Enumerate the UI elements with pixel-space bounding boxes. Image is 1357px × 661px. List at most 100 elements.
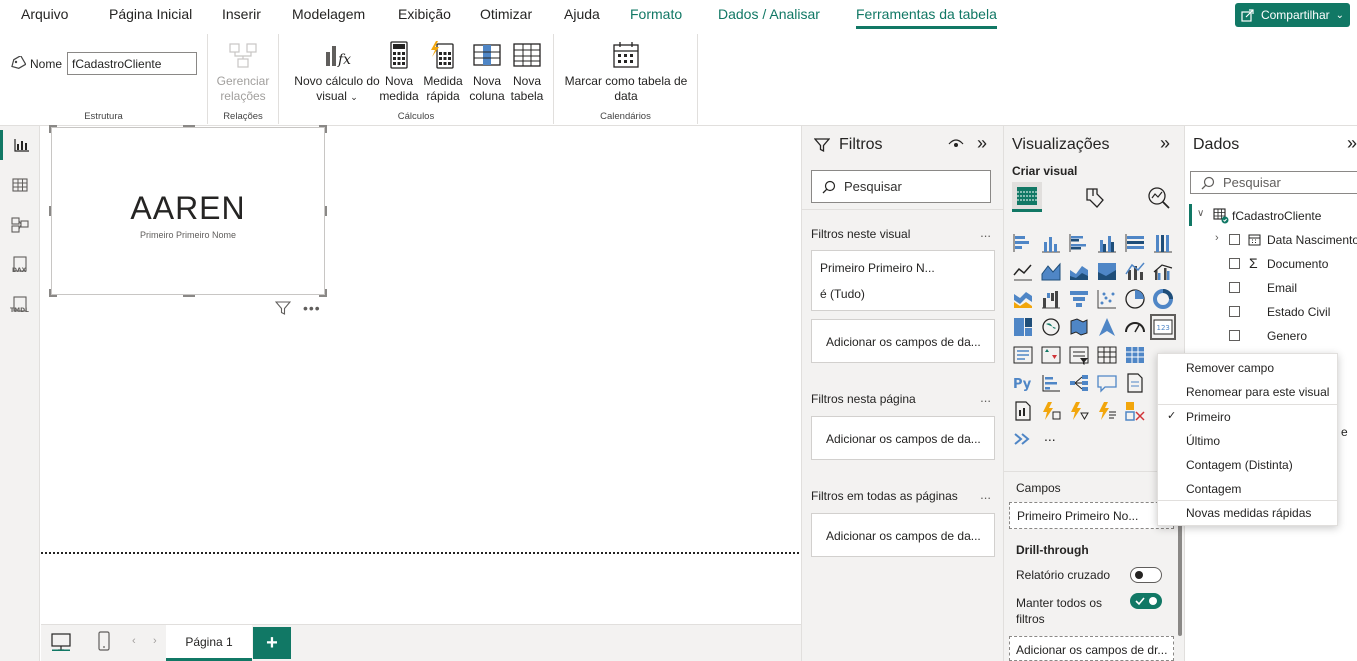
collapse-filters-icon[interactable]: » (977, 133, 987, 154)
clustered-column-chart-icon[interactable] (1096, 232, 1118, 254)
chevron-right-icon[interactable]: › (153, 635, 157, 647)
line-chart-icon[interactable] (1012, 260, 1034, 282)
format-visual-icon[interactable] (1084, 186, 1106, 210)
resize-handle[interactable] (325, 289, 327, 297)
line-and-stacked-column-chart-icon[interactable] (1124, 260, 1146, 282)
custom-visual-icon[interactable] (1124, 400, 1146, 422)
field-checkbox[interactable] (1229, 330, 1240, 341)
funnel-chart-icon[interactable] (1068, 288, 1090, 310)
add-fields-all-pages-dropzone[interactable]: Adicionar os campos de da... (811, 513, 995, 557)
field-checkbox[interactable] (1229, 282, 1240, 293)
menu-item-rename-for-visual[interactable]: Renomear para este visual (1186, 385, 1329, 399)
menu-item-first[interactable]: Primeiro (1186, 410, 1231, 424)
build-visual-tab[interactable] (1012, 182, 1042, 212)
filters-search-input[interactable]: Pesquisar (811, 170, 991, 203)
table-view-button[interactable] (0, 170, 40, 200)
add-fields-page-dropzone[interactable]: Adicionar os campos de da... (811, 416, 995, 460)
tab-formato[interactable]: Formato (630, 6, 682, 22)
analytics-icon[interactable] (1147, 186, 1171, 210)
resize-handle[interactable] (325, 206, 327, 216)
tab-ajuda[interactable]: Ajuda (564, 6, 600, 22)
report-view-button[interactable] (0, 130, 40, 160)
quick-measure-button[interactable]: Medida rápida (421, 40, 465, 104)
table-icon[interactable] (1096, 344, 1118, 366)
filter-card[interactable]: Primeiro Primeiro N... é (Tudo) (811, 250, 995, 311)
card-icon[interactable]: 123 (1150, 314, 1176, 340)
field-genero[interactable]: Genero (1267, 329, 1307, 343)
power-automate-icon[interactable] (1068, 400, 1090, 422)
paginated-report-icon[interactable] (1012, 400, 1034, 422)
fields-well-item[interactable]: Primeiro Primeiro No... ⌄ (1009, 502, 1174, 529)
smart-narrative-icon[interactable] (1124, 372, 1146, 394)
mobile-layout-icon[interactable] (98, 631, 110, 651)
100-stacked-bar-chart-icon[interactable] (1124, 232, 1146, 254)
field-data-nascimento[interactable]: Data Nascimento (1267, 233, 1357, 247)
decomposition-tree-icon[interactable] (1068, 372, 1090, 394)
key-influencers-icon[interactable] (1040, 372, 1062, 394)
resize-handle[interactable] (325, 125, 327, 133)
menu-item-count-distinct[interactable]: Contagem (Distinta) (1186, 458, 1293, 472)
add-fields-visual-dropzone[interactable]: Adicionar os campos de da... (811, 319, 995, 363)
more-options-icon[interactable]: ... (980, 487, 991, 502)
filter-icon[interactable] (275, 300, 291, 316)
more-options-icon[interactable]: ... (980, 225, 991, 240)
report-canvas[interactable]: AAREN Primeiro Primeiro Nome ••• (41, 125, 801, 624)
scrollbar-thumb[interactable] (1178, 516, 1182, 636)
new-table-button[interactable]: Nova tabela (505, 40, 549, 104)
field-email[interactable]: Email (1267, 281, 1297, 295)
stacked-column-chart-icon[interactable] (1040, 232, 1062, 254)
menu-item-count[interactable]: Contagem (1186, 482, 1241, 496)
more-options-icon[interactable]: ••• (303, 300, 321, 316)
collapse-data-icon[interactable]: » (1347, 133, 1357, 154)
tab-dados-analisar[interactable]: Dados / Analisar (718, 6, 820, 22)
data-search-input[interactable]: Pesquisar (1190, 171, 1357, 194)
field-checkbox[interactable] (1229, 306, 1240, 317)
tab-inserir[interactable]: Inserir (222, 6, 261, 22)
share-button[interactable]: Compartilhar ⌄ (1235, 3, 1350, 27)
field-checkbox[interactable] (1229, 258, 1240, 269)
more-options-icon[interactable]: ... (980, 390, 991, 405)
area-chart-icon[interactable] (1040, 260, 1062, 282)
filled-map-icon[interactable] (1068, 316, 1090, 338)
power-apps-icon[interactable] (1040, 400, 1062, 422)
table-name-input[interactable]: fCadastroCliente (67, 52, 197, 75)
python-visual-icon[interactable]: Py (1012, 372, 1034, 394)
stacked-bar-chart-icon[interactable] (1012, 232, 1034, 254)
field-checkbox[interactable] (1229, 234, 1240, 245)
chevron-left-icon[interactable]: ‹ (132, 635, 136, 647)
card-visual[interactable]: AAREN Primeiro Primeiro Nome (49, 125, 327, 297)
power-bi-visual-icon[interactable] (1096, 400, 1118, 422)
manage-relationships-button[interactable]: Gerenciar relações (208, 40, 278, 104)
gauge-icon[interactable] (1124, 316, 1146, 338)
clustered-bar-chart-icon[interactable] (1068, 232, 1090, 254)
menu-item-new-quick-measure[interactable]: Novas medidas rápidas (1186, 506, 1311, 520)
new-visual-calc-button[interactable]: fx Novo cálculo do visual ⌄ (287, 40, 387, 105)
table-fcadastrocliente[interactable]: fCadastroCliente (1232, 209, 1321, 223)
chevron-down-icon[interactable]: ∨ (1197, 208, 1204, 219)
100-stacked-column-chart-icon[interactable] (1152, 232, 1174, 254)
resize-handle[interactable] (49, 289, 51, 297)
tab-otimizar[interactable]: Otimizar (480, 6, 532, 22)
tmdl-view-button[interactable]: TMDL (0, 290, 40, 320)
dax-query-view-button[interactable]: DAX (0, 250, 40, 280)
add-drillthrough-fields-dropzone[interactable]: Adicionar os campos de dr... (1009, 636, 1174, 661)
keep-filters-toggle[interactable] (1130, 593, 1162, 609)
tab-arquivo[interactable]: Arquivo (21, 6, 68, 22)
multi-row-card-icon[interactable] (1012, 344, 1034, 366)
page-tab-1[interactable]: Página 1 (166, 625, 252, 661)
resize-handle[interactable] (49, 125, 51, 133)
azure-map-icon[interactable] (1096, 316, 1118, 338)
add-page-button[interactable]: + (253, 627, 291, 659)
pie-chart-icon[interactable] (1124, 288, 1146, 310)
resize-handle[interactable] (183, 295, 195, 297)
100-stacked-area-chart-icon[interactable] (1096, 260, 1118, 282)
map-icon[interactable] (1040, 316, 1062, 338)
qa-icon[interactable] (1096, 372, 1118, 394)
resize-handle[interactable] (183, 125, 195, 127)
menu-item-remove-field[interactable]: Remover campo (1186, 361, 1274, 375)
new-measure-button[interactable]: Nova medida (377, 40, 421, 104)
desktop-layout-icon[interactable] (51, 633, 71, 651)
tab-pagina-inicial[interactable]: Página Inicial (109, 6, 192, 22)
resize-handle[interactable] (49, 206, 51, 216)
tab-ferramentas-da-tabela[interactable]: Ferramentas da tabela (856, 6, 997, 29)
